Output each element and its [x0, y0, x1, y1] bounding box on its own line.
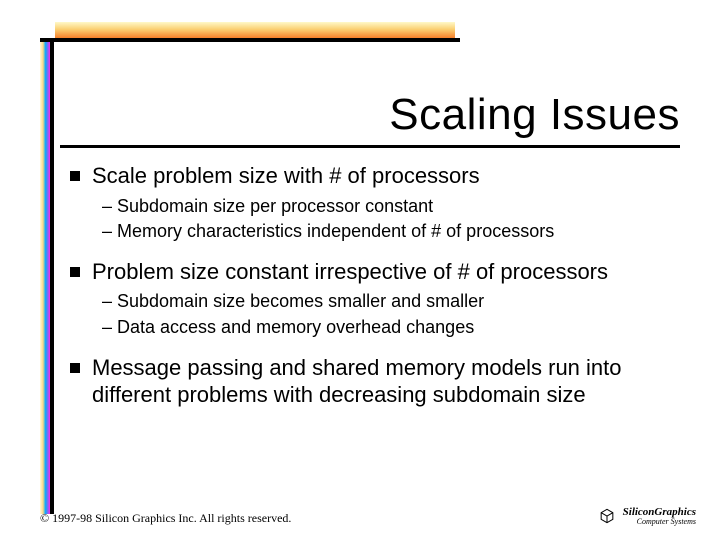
- slide-content: Scale problem size with # of processors …: [70, 162, 680, 413]
- sub-bullet-text: – Subdomain size per processor constant: [102, 194, 680, 219]
- logo-text: SiliconGraphics Computer Systems: [623, 507, 696, 526]
- header-horizontal-rule: [40, 38, 460, 42]
- bullet-text: Message passing and shared memory models…: [92, 354, 680, 409]
- copyright-text: © 1997-98 Silicon Graphics Inc. All righ…: [40, 511, 291, 526]
- header-gradient-bar: [55, 22, 455, 38]
- bullet-item: Problem size constant irrespective of # …: [70, 258, 680, 286]
- logo-sub-text: Computer Systems: [623, 518, 696, 526]
- sub-bullet-text: – Memory characteristics independent of …: [102, 219, 680, 244]
- side-vertical-rule: [50, 42, 54, 514]
- bullet-item: Scale problem size with # of processors: [70, 162, 680, 190]
- cube-icon: [597, 506, 617, 526]
- square-bullet-icon: [70, 267, 80, 277]
- square-bullet-icon: [70, 171, 80, 181]
- sub-bullet-text: – Data access and memory overhead change…: [102, 315, 680, 340]
- sub-list: – Subdomain size per processor constant …: [102, 194, 680, 244]
- logo-main-text: SiliconGraphics: [623, 507, 696, 518]
- sgi-logo: SiliconGraphics Computer Systems: [597, 506, 696, 526]
- sub-list: – Subdomain size becomes smaller and sma…: [102, 289, 680, 339]
- bullet-text: Scale problem size with # of processors: [92, 162, 480, 190]
- square-bullet-icon: [70, 363, 80, 373]
- title-underline: [60, 145, 680, 148]
- bullet-text: Problem size constant irrespective of # …: [92, 258, 608, 286]
- slide-title: Scaling Issues: [60, 90, 680, 140]
- bullet-item: Message passing and shared memory models…: [70, 354, 680, 409]
- sub-bullet-text: – Subdomain size becomes smaller and sma…: [102, 289, 680, 314]
- side-gradient-bar: [40, 42, 50, 514]
